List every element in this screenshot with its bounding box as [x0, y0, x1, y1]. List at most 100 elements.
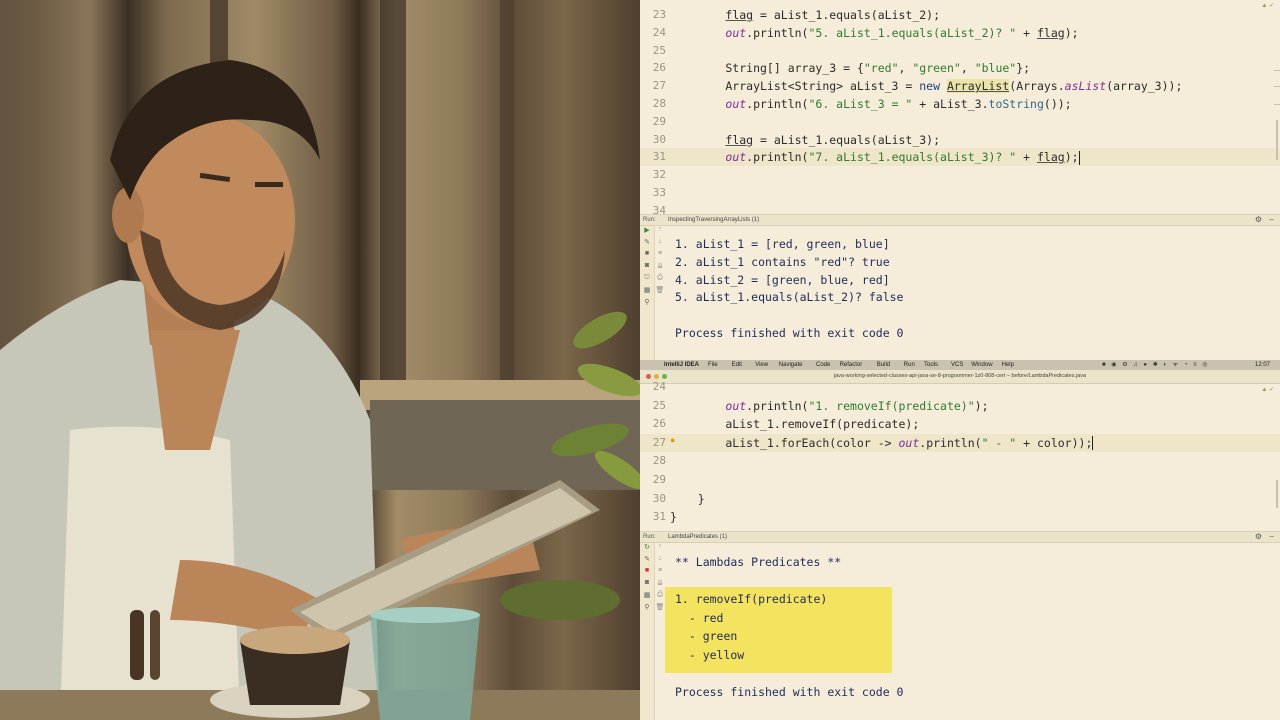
code-line[interactable]: 25 out.println("1. removeIf(predicate)")…	[640, 397, 1280, 415]
menu-item-window[interactable]: Window	[971, 360, 992, 370]
code-token: );	[974, 398, 989, 413]
app-menu[interactable]: IntelliJ IDEA	[664, 360, 699, 370]
camera-icon[interactable]: ◙	[640, 579, 654, 591]
code-text: String[] array_3 = {"red", "green", "blu…	[670, 59, 1030, 77]
gear-icon[interactable]: ⚙	[1255, 215, 1262, 225]
line-number: 27	[652, 435, 666, 449]
status-icons[interactable]: ■ ◉ ⚙ ♫ ● ✱ ◐ ᯤ ◔ ≡ ◎	[1102, 360, 1210, 370]
console-line: - red	[675, 610, 724, 625]
code-line[interactable]: 30 flag = aList_1.equals(aList_3);	[640, 131, 1280, 149]
menu-item-view[interactable]: View	[755, 360, 768, 370]
code-line[interactable]: 30 }	[640, 490, 1280, 508]
line-number: 29	[652, 473, 666, 486]
code-line[interactable]: 27 ArrayList<String> aList_3 = new Array…	[640, 77, 1280, 95]
code-line[interactable]: 24 out.println("5. aList_1.equals(aList_…	[640, 24, 1280, 42]
line-number: 31	[652, 150, 666, 164]
layout-icon[interactable]: ▦	[640, 591, 654, 603]
line-number: 29	[652, 114, 666, 128]
code-token: " - "	[981, 435, 1017, 450]
text-caret	[1092, 436, 1094, 451]
code-token: };	[1016, 61, 1031, 76]
editor-scrollbar[interactable]	[1276, 120, 1278, 160]
console-line: 1. removeIf(predicate)	[675, 592, 828, 606]
down-arrow-icon[interactable]: ↓	[654, 555, 666, 567]
code-line[interactable]: 26 aList_1.removeIf(predicate);	[640, 415, 1280, 433]
wrap-icon[interactable]: ≡	[654, 567, 666, 579]
code-token: flag	[725, 132, 754, 147]
code-token: .println(	[746, 25, 809, 40]
stop-icon[interactable]: ■	[640, 567, 654, 579]
editor-scrollbar-2[interactable]	[1276, 480, 1278, 508]
code-token: );	[1064, 25, 1079, 40]
code-line[interactable]: 33	[640, 184, 1280, 202]
code-token: String[] array_3 = {	[670, 61, 864, 76]
menu-item-help[interactable]: Help	[1002, 360, 1014, 370]
bulb-icon[interactable]: ●	[670, 435, 675, 445]
menu-item-file[interactable]: File	[708, 360, 718, 370]
code-token: .println(	[746, 97, 809, 111]
menu-item-refactor[interactable]: Refactor	[840, 360, 863, 370]
scroll-tick	[1274, 70, 1280, 71]
inspection-icon[interactable]: ▲ ✓	[1261, 2, 1274, 9]
code-line[interactable]: 31}	[640, 508, 1280, 526]
line-number: 30	[652, 491, 666, 505]
code-token: ,	[960, 61, 975, 76]
code-editor-top[interactable]: 23 flag = aList_1.equals(aList_2); 24 out…	[640, 6, 1280, 217]
code-line[interactable]: 27 aList_1.forEach(color -> out.println(…	[640, 433, 1280, 452]
run-label: Run:	[643, 217, 656, 223]
code-token: "1. removeIf(predicate)"	[808, 398, 975, 413]
menu-item-edit[interactable]: Edit	[732, 360, 742, 370]
code-token: = aList_1.equals(aList_3);	[753, 132, 941, 147]
code-token: toString	[988, 97, 1044, 111]
run-side-toolbar-bottom: ↻ ✎ ■ ◙ ▦ ⚲	[640, 543, 655, 720]
rerun-icon[interactable]: ↻	[640, 543, 654, 555]
code-line[interactable]: 28 out.println("6. aList_3 = " + aList_3…	[640, 95, 1280, 113]
code-line[interactable]: 29	[640, 471, 1280, 489]
code-token: aList_1.forEach(color ->	[670, 435, 899, 450]
code-token: flag	[1036, 25, 1065, 40]
run-tab[interactable]: InspectingTraversingArrayLists (1)	[668, 215, 759, 225]
code-line[interactable]: 26 String[] array_3 = {"red", "green", "…	[640, 59, 1280, 77]
console-line: 1. aList_1 = [red, green, blue]	[675, 237, 890, 251]
minimize-icon[interactable]: –	[1270, 215, 1274, 225]
clock: 12:07	[1254, 362, 1270, 368]
menu-item-tools[interactable]: Tools	[924, 360, 938, 370]
code-line[interactable]: 28	[640, 452, 1280, 470]
gear-icon[interactable]: ⚙	[1255, 532, 1262, 542]
minimize-icon[interactable]: –	[1270, 532, 1274, 542]
code-line[interactable]: 31 out.println("7. aList_1.equals(aList_…	[640, 148, 1280, 167]
code-token: aList_1.removeIf(predicate);	[670, 417, 920, 432]
run-tab-2[interactable]: LambdaPredicates (1)	[668, 532, 727, 542]
code-line[interactable]: 32	[640, 166, 1280, 184]
code-line[interactable]: 24	[640, 378, 1280, 396]
code-text: }	[670, 490, 705, 508]
menu-item-navigate[interactable]: Navigate	[779, 360, 803, 370]
code-token: out	[725, 25, 747, 40]
code-line[interactable]: 23 flag = aList_1.equals(aList_2);	[640, 6, 1280, 24]
wrench-icon[interactable]: ✎	[640, 555, 654, 567]
code-line[interactable]: 25	[640, 42, 1280, 60]
console-header: ** Lambdas Predicates **	[675, 555, 842, 569]
line-number: 25	[652, 398, 666, 412]
menu-item-build[interactable]: Build	[877, 360, 890, 370]
code-token: out	[725, 150, 747, 165]
photo-illustration	[0, 0, 640, 720]
console-footer: Process finished with exit code 0	[675, 685, 904, 699]
up-arrow-icon[interactable]: ↑	[654, 543, 666, 555]
menu-item-vcs[interactable]: VCS	[951, 360, 963, 370]
code-token: (Arrays.	[1009, 79, 1065, 94]
line-number: 28	[652, 97, 666, 110]
code-editor-bottom[interactable]: 24 25 out.println("1. removeIf(predicate)…	[640, 378, 1280, 528]
line-number: 28	[652, 454, 666, 468]
menu-item-code[interactable]: Code	[816, 360, 830, 370]
code-line[interactable]: 29	[640, 113, 1280, 131]
inspection-icon-2[interactable]: ▲ ✓	[1261, 386, 1274, 393]
pin-icon[interactable]: ⚲	[640, 603, 654, 615]
line-number: 27	[652, 79, 666, 93]
menu-item-run[interactable]: Run	[904, 360, 915, 370]
